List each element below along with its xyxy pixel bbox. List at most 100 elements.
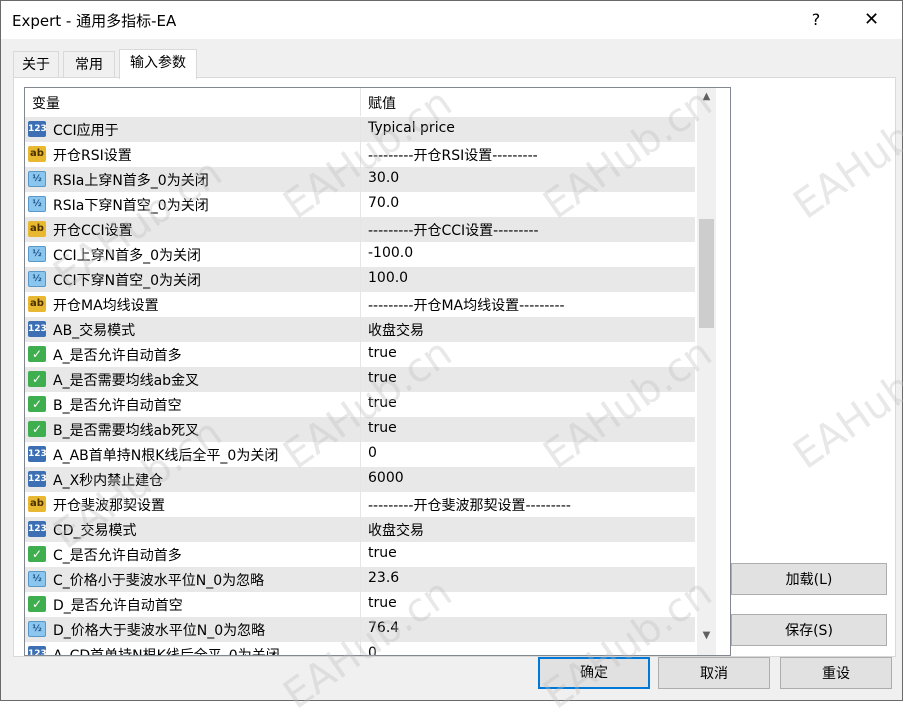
table-row[interactable]: 123 CD_交易模式 收盘交易 [25, 517, 695, 542]
close-button[interactable]: ✕ [841, 1, 902, 39]
parameter-value[interactable]: 76.4 [368, 620, 399, 636]
row-divider [360, 317, 361, 342]
row-divider [360, 292, 361, 317]
row-divider [360, 592, 361, 617]
column-divider[interactable] [360, 88, 361, 116]
table-row[interactable]: ½ CCI下穿N首空_0为关闭 100.0 [25, 267, 695, 292]
tab-common[interactable]: 常用 [63, 51, 115, 78]
string-type-icon: ab [28, 221, 46, 237]
inputs-panel: 变量 赋值 123 CCI应用于 Typical price ab 开仓RSI设置 ---… [13, 77, 896, 657]
row-divider [360, 467, 361, 492]
table-row[interactable]: 123 CCI应用于 Typical price [25, 117, 695, 142]
parameter-name: 开仓斐波那契设置 [53, 498, 165, 514]
save-button[interactable]: 保存(S) [731, 614, 887, 646]
column-header-value[interactable]: 赋值 [368, 93, 396, 113]
table-row[interactable]: ✓ B_是否需要均线ab死叉 true [25, 417, 695, 442]
row-divider [360, 517, 361, 542]
table-row[interactable]: ½ RSIa上穿N首多_0为关闭 30.0 [25, 167, 695, 192]
table-row[interactable]: ½ C_价格小于斐波水平位N_0为忽略 23.6 [25, 567, 695, 592]
parameter-value[interactable]: 0 [368, 645, 377, 655]
table-row[interactable]: ab 开仓RSI设置 ---------开仓RSI设置--------- [25, 142, 695, 167]
parameter-value[interactable]: 收盘交易 [368, 520, 424, 540]
help-button[interactable]: ? [791, 1, 841, 39]
scroll-up-arrow-icon[interactable]: ▲ [697, 88, 716, 105]
table-row[interactable]: ✓ B_是否允许自动首空 true [25, 392, 695, 417]
row-divider [360, 542, 361, 567]
parameter-name: CCI应用于 [53, 123, 119, 139]
table-row[interactable]: ab 开仓MA均线设置 ---------开仓MA均线设置--------- [25, 292, 695, 317]
table-row[interactable]: ✓ C_是否允许自动首多 true [25, 542, 695, 567]
parameter-value[interactable]: true [368, 395, 397, 411]
vertical-scrollbar[interactable]: ▲ ▼ [697, 88, 716, 655]
load-button[interactable]: 加载(L) [731, 563, 887, 595]
tab-inputs[interactable]: 输入参数 [119, 49, 197, 79]
table-row[interactable]: ab 开仓CCI设置 ---------开仓CCI设置--------- [25, 217, 695, 242]
reset-button[interactable]: 重设 [780, 657, 892, 689]
row-divider [360, 242, 361, 267]
scroll-down-arrow-icon[interactable]: ▼ [697, 627, 716, 644]
table-row[interactable]: ab 开仓斐波那契设置 ---------开仓斐波那契设置--------- [25, 492, 695, 517]
integer-type-icon: 123 [28, 321, 47, 337]
row-divider [360, 167, 361, 192]
parameter-value[interactable]: true [368, 595, 397, 611]
row-divider [360, 192, 361, 217]
parameter-value[interactable]: 70.0 [368, 195, 399, 211]
table-row[interactable]: 123 A_CD首单持N根K线后全平_0为关闭 0 [25, 642, 695, 655]
row-divider [360, 617, 361, 642]
row-divider [360, 267, 361, 292]
parameter-value[interactable]: ---------开仓MA均线设置--------- [368, 295, 565, 315]
string-type-icon: ab [28, 146, 46, 162]
parameter-name: CCI下穿N首空_0为关闭 [53, 273, 202, 289]
list-header: 变量 赋值 [25, 88, 695, 116]
parameter-value[interactable]: true [368, 370, 397, 386]
integer-type-icon: 123 [28, 521, 47, 537]
table-row[interactable]: ✓ A_是否允许自动首多 true [25, 342, 695, 367]
integer-type-icon: 123 [28, 646, 47, 655]
cancel-button[interactable]: 取消 [658, 657, 770, 689]
row-divider [360, 117, 361, 142]
parameter-value[interactable]: 收盘交易 [368, 320, 424, 340]
parameters-list[interactable]: 变量 赋值 123 CCI应用于 Typical price ab 开仓RSI设置 ---… [24, 87, 731, 656]
parameter-value[interactable]: true [368, 345, 397, 361]
parameter-value[interactable]: 100.0 [368, 270, 408, 286]
parameter-name: A_AB首单持N根K线后全平_0为关闭 [53, 448, 279, 464]
double-type-icon: ½ [28, 271, 46, 287]
parameter-value[interactable]: true [368, 545, 397, 561]
parameter-name: 开仓RSI设置 [53, 148, 132, 164]
row-divider [360, 342, 361, 367]
row-divider [360, 367, 361, 392]
scroll-thumb[interactable] [699, 219, 714, 328]
parameter-name: B_是否允许自动首空 [53, 398, 182, 414]
double-type-icon: ½ [28, 621, 46, 637]
bool-type-icon: ✓ [28, 371, 46, 387]
parameter-name: RSIa下穿N首空_0为关闭 [53, 198, 209, 214]
parameter-name: A_是否需要均线ab金叉 [53, 373, 200, 389]
parameter-value[interactable]: ---------开仓RSI设置--------- [368, 145, 538, 165]
table-row[interactable]: ½ RSIa下穿N首空_0为关闭 70.0 [25, 192, 695, 217]
parameter-value[interactable]: -100.0 [368, 245, 413, 261]
tab-about[interactable]: 关于 [13, 51, 59, 78]
table-row[interactable]: ½ CCI上穿N首多_0为关闭 -100.0 [25, 242, 695, 267]
string-type-icon: ab [28, 496, 46, 512]
table-row[interactable]: 123 A_AB首单持N根K线后全平_0为关闭 0 [25, 442, 695, 467]
table-row[interactable]: 123 A_X秒内禁止建仓 6000 [25, 467, 695, 492]
parameter-name: D_是否允许自动首空 [53, 598, 183, 614]
parameter-value[interactable]: 0 [368, 445, 377, 461]
parameter-value[interactable]: Typical price [368, 120, 455, 136]
ok-button[interactable]: 确定 [538, 657, 650, 689]
row-divider [360, 567, 361, 592]
table-row[interactable]: ✓ A_是否需要均线ab金叉 true [25, 367, 695, 392]
bool-type-icon: ✓ [28, 546, 46, 562]
table-row[interactable]: 123 AB_交易模式 收盘交易 [25, 317, 695, 342]
parameter-value[interactable]: 30.0 [368, 170, 399, 186]
parameter-value[interactable]: true [368, 420, 397, 436]
parameter-value[interactable]: ---------开仓斐波那契设置--------- [368, 495, 571, 515]
bool-type-icon: ✓ [28, 396, 46, 412]
parameter-value[interactable]: 6000 [368, 470, 404, 486]
table-row[interactable]: ✓ D_是否允许自动首空 true [25, 592, 695, 617]
table-row[interactable]: ½ D_价格大于斐波水平位N_0为忽略 76.4 [25, 617, 695, 642]
column-header-variable[interactable]: 变量 [32, 93, 60, 113]
parameter-name: D_价格大于斐波水平位N_0为忽略 [53, 623, 266, 639]
parameter-value[interactable]: ---------开仓CCI设置--------- [368, 220, 539, 240]
parameter-value[interactable]: 23.6 [368, 570, 399, 586]
